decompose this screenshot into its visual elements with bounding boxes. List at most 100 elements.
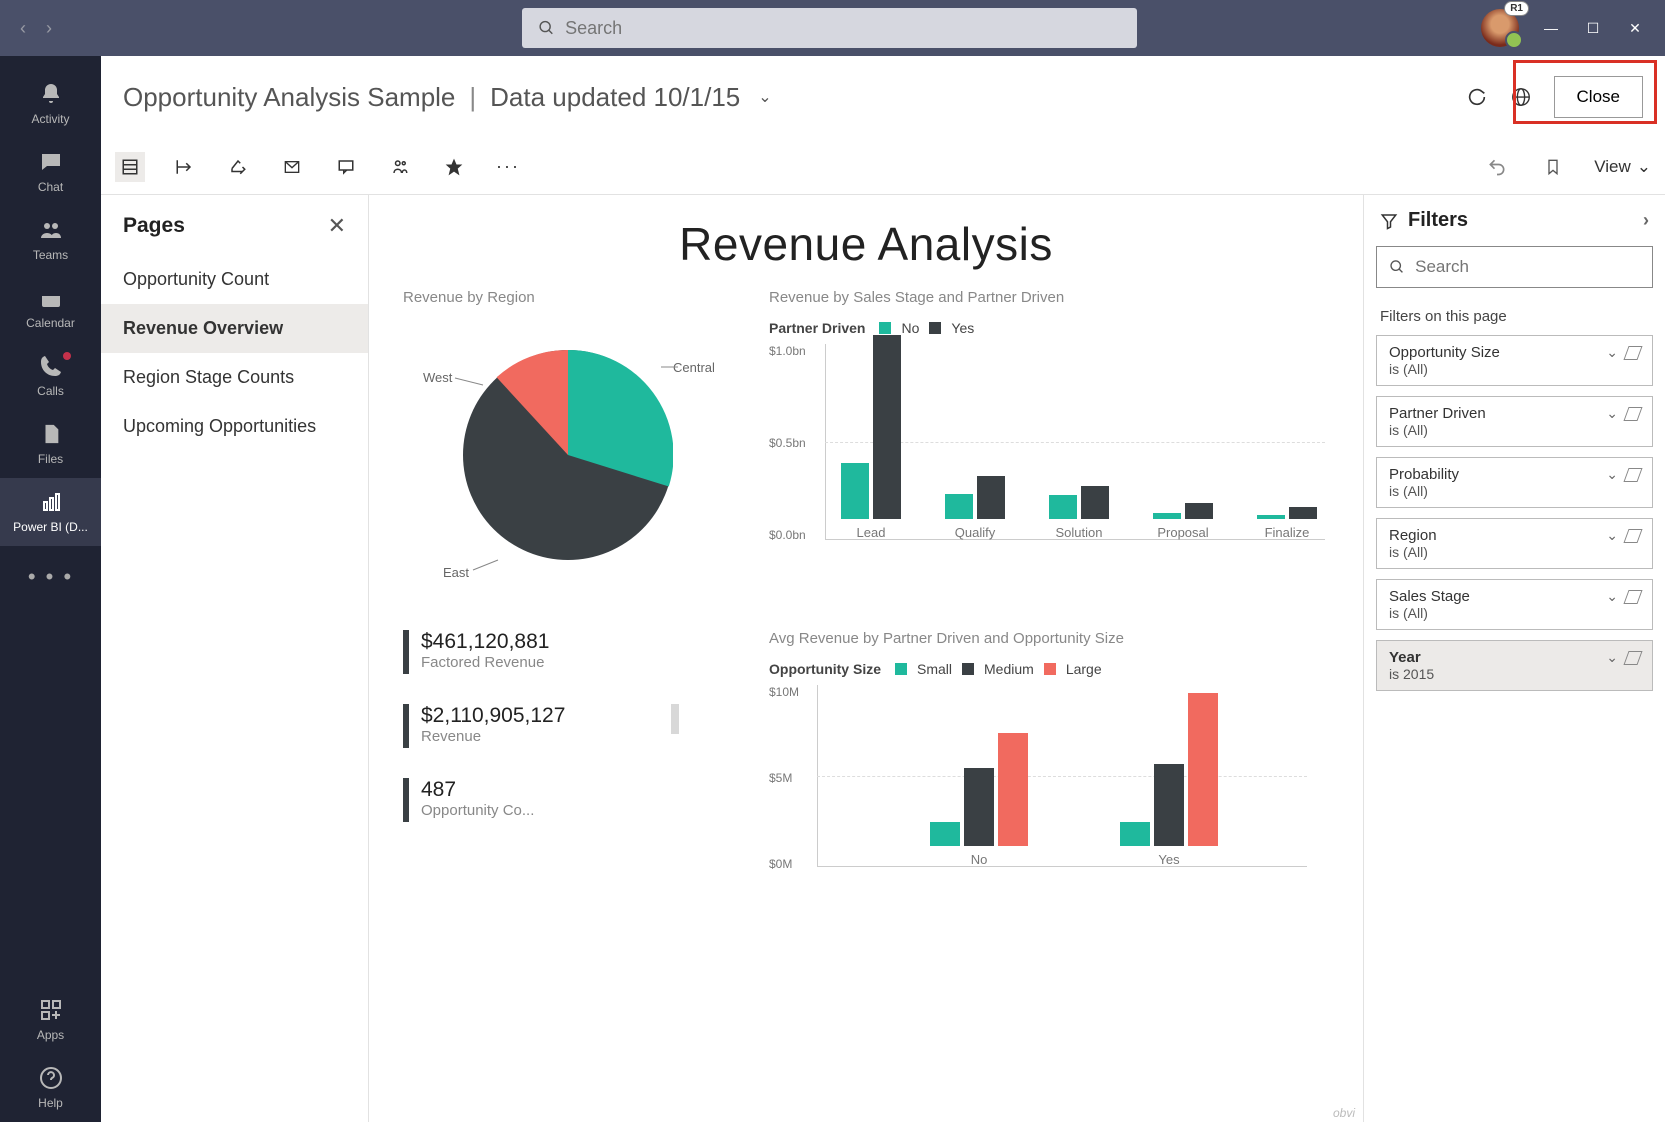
- app-rail: Activity Chat Teams Calendar Calls Files: [0, 56, 101, 1122]
- export-icon[interactable]: [169, 152, 199, 182]
- kpi-card[interactable]: $461,120,881Factored Revenue: [403, 630, 739, 674]
- forward-button[interactable]: ›: [46, 18, 52, 39]
- share-icon[interactable]: [223, 152, 253, 182]
- eraser-icon[interactable]: [1623, 590, 1642, 604]
- eraser-icon[interactable]: [1623, 529, 1642, 543]
- global-search[interactable]: [522, 8, 1137, 48]
- filter-card[interactable]: Partner Drivenis (All) ⌄: [1376, 396, 1653, 447]
- chat-icon: [39, 150, 63, 174]
- xtick: Solution: [1049, 525, 1109, 540]
- xtick: Yes: [1109, 852, 1229, 867]
- refresh-icon[interactable]: [1466, 86, 1488, 108]
- report-header: Opportunity Analysis Sample | Data updat…: [101, 56, 1665, 139]
- close-window-button[interactable]: ✕: [1625, 20, 1645, 37]
- rail-help[interactable]: Help: [0, 1054, 101, 1122]
- filter-card[interactable]: Regionis (All) ⌄: [1376, 518, 1653, 569]
- filter-icon: [1380, 212, 1398, 230]
- back-button[interactable]: ‹: [20, 18, 26, 39]
- eraser-icon[interactable]: [1623, 468, 1642, 482]
- rail-apps[interactable]: Apps: [0, 986, 101, 1054]
- chart-title: Avg Revenue by Partner Driven and Opport…: [769, 630, 1329, 647]
- filter-value: is (All): [1389, 483, 1598, 499]
- expand-filters-icon[interactable]: ›: [1643, 210, 1649, 231]
- bar-chart-sales-stage[interactable]: Revenue by Sales Stage and Partner Drive…: [769, 289, 1329, 600]
- global-search-input[interactable]: [565, 18, 1121, 39]
- chevron-down-icon[interactable]: ⌄: [1606, 405, 1618, 422]
- kpi-card[interactable]: 487Opportunity Co...: [403, 778, 739, 822]
- rail-calls[interactable]: Calls: [0, 342, 101, 410]
- legend-item: Medium: [984, 661, 1034, 677]
- eraser-icon[interactable]: [1623, 407, 1642, 421]
- rail-more[interactable]: • • •: [28, 546, 73, 608]
- teams-share-icon[interactable]: [385, 152, 415, 182]
- calendar-icon: [39, 286, 63, 310]
- chevron-down-icon[interactable]: ⌄: [1606, 344, 1618, 361]
- file-icon: [40, 422, 62, 446]
- chevron-down-icon[interactable]: ⌄: [1606, 527, 1618, 544]
- pie-chart[interactable]: Revenue by Region Central East West: [403, 289, 739, 600]
- filter-card[interactable]: Yearis 2015 ⌄: [1376, 640, 1653, 691]
- rail-files[interactable]: Files: [0, 410, 101, 478]
- xtick: No: [919, 852, 1039, 867]
- rail-label: Apps: [37, 1028, 64, 1042]
- rail-calendar[interactable]: Calendar: [0, 274, 101, 342]
- kpi-value: 487: [421, 778, 534, 802]
- filter-card[interactable]: Sales Stageis (All) ⌄: [1376, 579, 1653, 630]
- rail-label: Calls: [37, 384, 64, 398]
- filter-search-input[interactable]: [1415, 257, 1640, 277]
- filter-search[interactable]: [1376, 246, 1653, 288]
- pie-leaders: [403, 320, 703, 600]
- rail-label: Help: [38, 1096, 63, 1110]
- report-canvas: Revenue Analysis Revenue by Region Centr…: [369, 195, 1363, 1122]
- favorite-icon[interactable]: [439, 152, 469, 182]
- maximize-button[interactable]: ☐: [1583, 20, 1603, 37]
- nav-pane-toggle[interactable]: [115, 152, 145, 182]
- filter-card[interactable]: Probabilityis (All) ⌄: [1376, 457, 1653, 508]
- kpi-card[interactable]: $2,110,905,127Revenue: [403, 704, 739, 748]
- chevron-down-icon[interactable]: ⌄: [1606, 466, 1618, 483]
- kpi-label: Revenue: [421, 728, 565, 745]
- legend-item: Large: [1066, 661, 1102, 677]
- rail-teams[interactable]: Teams: [0, 206, 101, 274]
- eraser-icon[interactable]: [1623, 651, 1642, 665]
- page-item[interactable]: Region Stage Counts: [101, 353, 368, 402]
- rail-chat[interactable]: Chat: [0, 138, 101, 206]
- pages-pane: Pages ✕ Opportunity Count Revenue Overvi…: [101, 195, 369, 1122]
- chevron-down-icon[interactable]: ⌄: [1606, 649, 1618, 666]
- undo-icon[interactable]: [1482, 152, 1512, 182]
- legend-item: No: [901, 320, 919, 336]
- xtick: Proposal: [1153, 525, 1213, 540]
- view-dropdown[interactable]: View ⌄: [1594, 157, 1651, 177]
- chevron-down-icon[interactable]: ⌄: [1606, 588, 1618, 605]
- bar-chart-avg-revenue[interactable]: Avg Revenue by Partner Driven and Opport…: [769, 630, 1329, 905]
- page-item[interactable]: Opportunity Count: [101, 255, 368, 304]
- legend-swatch: [929, 322, 941, 334]
- more-options-icon[interactable]: ···: [493, 152, 523, 182]
- rail-label: Activity: [31, 112, 69, 126]
- user-avatar[interactable]: R1: [1481, 9, 1519, 47]
- legend-swatch: [879, 322, 891, 334]
- legend-swatch: [1044, 663, 1056, 675]
- close-report-button[interactable]: Close: [1554, 76, 1643, 118]
- legend-swatch: [895, 663, 907, 675]
- globe-icon[interactable]: [1510, 86, 1532, 108]
- filter-card[interactable]: Opportunity Sizeis (All) ⌄: [1376, 335, 1653, 386]
- close-pages-icon[interactable]: ✕: [328, 213, 346, 239]
- kpi-trend-bar: [671, 704, 679, 734]
- subscribe-icon[interactable]: [277, 152, 307, 182]
- chevron-down-icon[interactable]: ⌄: [758, 87, 771, 107]
- eraser-icon[interactable]: [1623, 346, 1642, 360]
- chart-title: Revenue by Sales Stage and Partner Drive…: [769, 289, 1329, 306]
- minimize-button[interactable]: —: [1541, 20, 1561, 36]
- page-item[interactable]: Revenue Overview: [101, 304, 368, 353]
- rail-label: Files: [38, 452, 63, 466]
- filters-pane: Filters › Filters on this page Opportuni…: [1363, 195, 1665, 1122]
- rail-label: Teams: [33, 248, 68, 262]
- comment-icon[interactable]: [331, 152, 361, 182]
- search-icon: [538, 19, 555, 37]
- rail-activity[interactable]: Activity: [0, 70, 101, 138]
- xtick: Lead: [841, 525, 901, 540]
- bookmark-icon[interactable]: [1538, 152, 1568, 182]
- page-item[interactable]: Upcoming Opportunities: [101, 402, 368, 451]
- rail-powerbi[interactable]: Power BI (D...: [0, 478, 101, 546]
